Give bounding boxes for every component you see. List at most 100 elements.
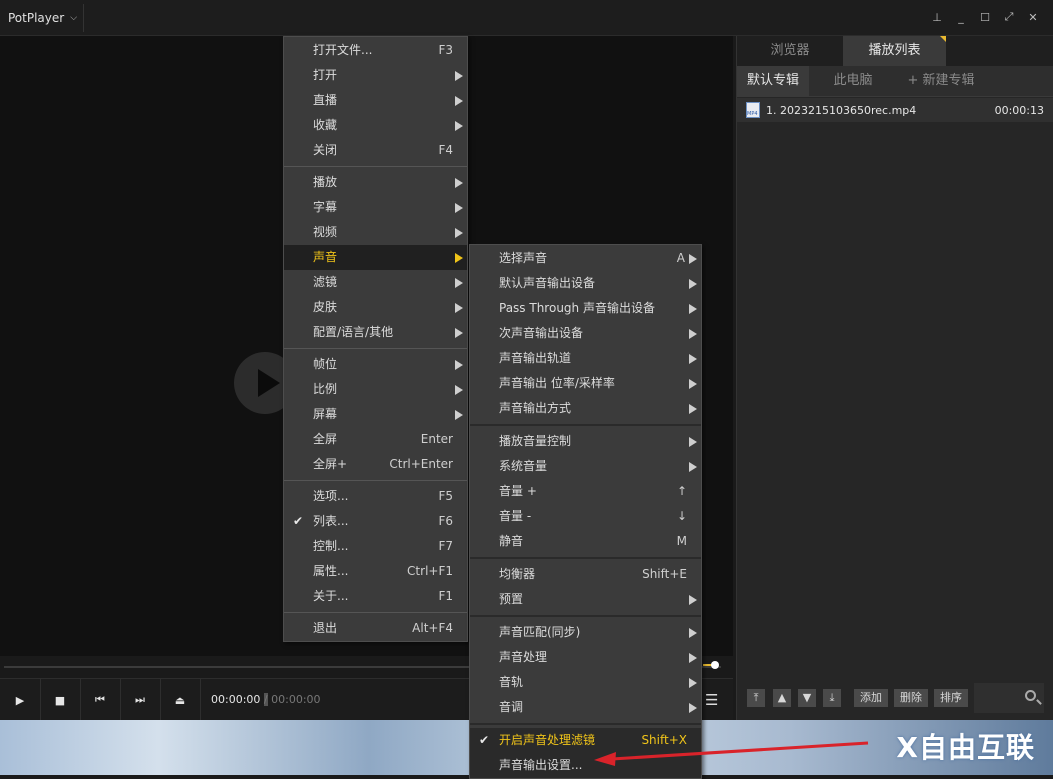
playlist-item[interactable]: 1. 2023215103650rec.mp4 00:00:13 xyxy=(737,98,1053,122)
main-menu-item[interactable]: 播放 xyxy=(284,170,467,195)
fullscreen-icon[interactable]: ⤢ xyxy=(1001,9,1017,25)
main-menu-item[interactable]: 直播 xyxy=(284,88,467,113)
volume-knob[interactable] xyxy=(711,661,719,669)
app-menu-button[interactable]: PotPlayer ⌵ xyxy=(0,4,84,32)
menu-item-label: 列表... xyxy=(313,514,349,528)
sound-menu-item[interactable]: Pass Through 声音输出设备 xyxy=(470,296,701,321)
submenu-arrow-icon xyxy=(455,385,463,395)
menu-item-label: 系统音量 xyxy=(499,459,548,473)
main-menu-item[interactable]: 全屏+ Ctrl+Enter xyxy=(284,452,467,477)
sound-menu-item[interactable]: 均衡器 Shift+E xyxy=(470,562,701,587)
stop-button[interactable]: ■ xyxy=(40,679,81,721)
chevron-down-icon: ⌵ xyxy=(70,13,78,23)
submenu-arrow-icon xyxy=(689,678,697,688)
main-menu-item[interactable]: 皮肤 xyxy=(284,295,467,320)
sound-menu-item[interactable]: 音调 xyxy=(470,695,701,720)
menu-item-label: 控制... xyxy=(313,539,349,553)
sound-menu-item[interactable]: 音量 - ↓ xyxy=(470,504,701,529)
main-menu-item[interactable]: 比例 xyxy=(284,377,467,402)
play-icon: ▶ xyxy=(15,693,25,707)
menu-item-label: 屏幕 xyxy=(313,407,338,421)
sound-menu-item[interactable]: 播放音量控制 xyxy=(470,429,701,454)
menu-separator xyxy=(284,480,467,481)
main-menu-item[interactable]: 声音 xyxy=(284,245,467,270)
eject-icon: ⏏ xyxy=(174,693,186,707)
menu-item-shortcut: M xyxy=(676,534,687,548)
main-menu-item[interactable]: 关闭 F4 xyxy=(284,138,467,163)
sound-menu-item[interactable]: 次声音输出设备 xyxy=(470,321,701,346)
pin-icon[interactable]: ⊥ xyxy=(929,9,945,25)
sort-button[interactable]: 排序 xyxy=(934,689,968,707)
move-up-button[interactable]: ▲ xyxy=(773,689,791,707)
eject-button[interactable]: ⏏ xyxy=(160,679,201,721)
menu-item-shortcut: F4 xyxy=(438,143,453,157)
main-menu-item[interactable]: 退出 Alt+F4 xyxy=(284,616,467,641)
main-menu-item[interactable]: 配置/语言/其他 xyxy=(284,320,467,345)
submenu-arrow-icon xyxy=(455,228,463,238)
submenu-arrow-icon xyxy=(689,628,697,638)
playlist-toggle-icon[interactable]: ☰ xyxy=(705,691,718,709)
sound-menu-item[interactable]: 预置 xyxy=(470,587,701,612)
main-menu-item[interactable]: 打开文件... F3 xyxy=(284,38,467,63)
main-menu-item[interactable]: 控制... F7 xyxy=(284,534,467,559)
previous-button[interactable]: ⏮ xyxy=(80,679,121,721)
move-bottom-button[interactable]: ⤓ xyxy=(823,689,841,707)
menu-item-label: 声音输出 位率/采样率 xyxy=(499,376,615,390)
delete-button[interactable]: 删除 xyxy=(894,689,928,707)
sound-menu-item[interactable]: 系统音量 xyxy=(470,454,701,479)
move-down-icon: ▼ xyxy=(802,691,812,704)
new-album-button[interactable]: + 新建专辑 xyxy=(901,66,981,96)
sound-menu-item[interactable]: 声音输出轨道 xyxy=(470,346,701,371)
main-menu-item[interactable]: 选项... F5 xyxy=(284,484,467,509)
main-menu-item[interactable]: 滤镜 xyxy=(284,270,467,295)
submenu-arrow-icon xyxy=(455,96,463,106)
menu-item-label: 声音输出轨道 xyxy=(499,351,572,365)
tab-playlist[interactable]: 播放列表 xyxy=(843,36,946,66)
main-menu-item[interactable]: 打开 xyxy=(284,63,467,88)
menu-item-label: 选择声音 xyxy=(499,251,548,265)
sound-menu-item[interactable]: 音量 + ↑ xyxy=(470,479,701,504)
main-menu-item[interactable]: ✔ 列表... F6 xyxy=(284,509,467,534)
playlist-search[interactable] xyxy=(974,683,1044,713)
main-menu-item[interactable]: 视频 xyxy=(284,220,467,245)
main-menu-item[interactable]: 属性... Ctrl+F1 xyxy=(284,559,467,584)
album-default[interactable]: 默认专辑 xyxy=(737,66,809,96)
main-menu-item[interactable]: 字幕 xyxy=(284,195,467,220)
close-icon[interactable]: ✕ xyxy=(1025,9,1041,25)
sound-menu-item[interactable]: 音轨 xyxy=(470,670,701,695)
play-button[interactable]: ▶ xyxy=(0,679,41,721)
menu-item-label: 打开文件... xyxy=(313,43,373,57)
move-top-button[interactable]: ⤒ xyxy=(747,689,765,707)
sound-menu-item[interactable]: 声音输出 位率/采样率 xyxy=(470,371,701,396)
menu-item-label: 视频 xyxy=(313,225,338,239)
menu-item-label: 播放音量控制 xyxy=(499,434,572,448)
sound-menu-item[interactable]: 默认声音输出设备 xyxy=(470,271,701,296)
menu-item-label: 音轨 xyxy=(499,675,524,689)
minimize-icon[interactable]: _ xyxy=(953,9,969,25)
menu-item-shortcut: Shift+E xyxy=(642,567,687,581)
main-menu-item[interactable]: 全屏 Enter xyxy=(284,427,467,452)
submenu-arrow-icon xyxy=(689,329,697,339)
menu-separator xyxy=(284,612,467,613)
move-down-button[interactable]: ▼ xyxy=(798,689,816,707)
main-menu-item[interactable]: 收藏 xyxy=(284,113,467,138)
move-bottom-icon: ⤓ xyxy=(829,691,835,704)
add-button[interactable]: 添加 xyxy=(854,689,888,707)
submenu-arrow-icon xyxy=(455,203,463,213)
menu-item-shortcut: ↓ xyxy=(676,509,687,523)
menu-item-label: 直播 xyxy=(313,93,338,107)
submenu-arrow-icon xyxy=(689,354,697,364)
sound-menu-item[interactable]: 声音匹配(同步) xyxy=(470,620,701,645)
tab-browser[interactable]: 浏览器 xyxy=(737,36,843,66)
sound-menu-item[interactable]: 静音 M xyxy=(470,529,701,554)
sound-menu-item[interactable]: 选择声音 A xyxy=(470,246,701,271)
main-menu-item[interactable]: 关于... F1 xyxy=(284,584,467,609)
maximize-icon[interactable]: ☐ xyxy=(977,9,993,25)
sound-menu-item[interactable]: 声音处理 xyxy=(470,645,701,670)
menu-separator xyxy=(470,723,701,725)
main-menu-item[interactable]: 帧位 xyxy=(284,352,467,377)
sound-menu-item[interactable]: 声音输出方式 xyxy=(470,396,701,421)
main-menu-item[interactable]: 屏幕 xyxy=(284,402,467,427)
next-button[interactable]: ⏭ xyxy=(120,679,161,721)
album-this-pc[interactable]: 此电脑 xyxy=(817,66,889,96)
